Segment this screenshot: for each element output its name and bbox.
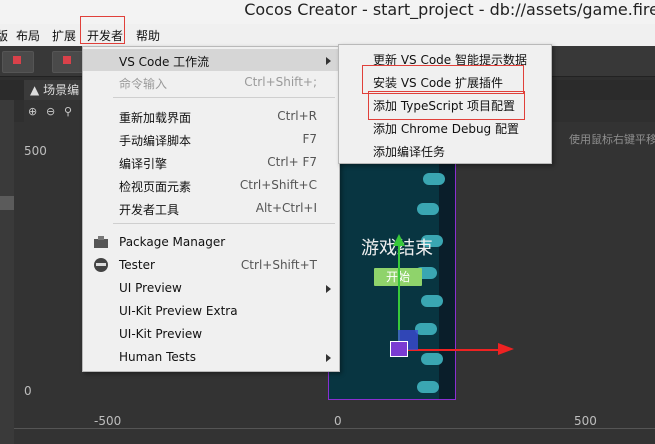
game-sprite	[417, 203, 439, 215]
scene-icon: ▲	[30, 83, 40, 97]
menu-item-inspect-element[interactable]: 检视页面元素 Ctrl+Shift+C	[83, 174, 339, 196]
x-axis-right-label: 500	[574, 414, 597, 428]
submenu-item-add-compile-task[interactable]: 添加编译任务	[339, 139, 551, 161]
menu-item-label: 检视页面元素	[119, 180, 192, 194]
menu-item-label: UI Preview	[119, 281, 182, 295]
menu-item-human-tests[interactable]: Human Tests	[83, 346, 339, 368]
submenu-item-label: 添加编译任务	[373, 145, 446, 159]
install-extension-highlight	[362, 65, 524, 94]
toolbar-icon	[63, 56, 71, 64]
menu-item-shortcut: Ctrl+Shift+T	[240, 258, 317, 272]
toolbar-icon	[13, 56, 21, 64]
tester-icon	[94, 258, 108, 272]
zoom-out-icon[interactable]: ⊖	[46, 105, 55, 118]
zoom-reset-icon[interactable]: ⚲	[64, 105, 72, 118]
menu-item-label: 编译引擎	[119, 157, 168, 171]
developer-menu-highlight	[80, 16, 125, 44]
menu-layout[interactable]: 布局	[16, 27, 40, 44]
menu-item-shortcut: F7	[302, 132, 317, 146]
menu-item-label: 开发者工具	[119, 203, 180, 217]
left-panel-strip	[0, 100, 14, 444]
package-icon	[94, 236, 108, 248]
selected-node-marker	[0, 196, 14, 210]
tab-scene-editor[interactable]: ▲ 场景编	[24, 80, 84, 100]
menu-item-label: 手动编译脚本	[119, 134, 192, 148]
y-axis-top-label: 500	[24, 144, 47, 158]
game-sprite	[421, 353, 443, 365]
submenu-item-label: 添加 Chrome Debug 配置	[373, 122, 519, 136]
menu-item-shortcut: Ctrl+Shift+;	[244, 75, 317, 89]
menu-item-vscode-workflow[interactable]: VS Code 工作流	[83, 49, 339, 71]
menu-item-shortcut: Ctrl+ F7	[267, 155, 317, 169]
game-sprite	[421, 295, 443, 307]
y-axis-bottom-label: 0	[24, 384, 32, 398]
window-title: Cocos Creator - start_project - db://ass…	[244, 0, 655, 19]
menu-item-uikit-preview[interactable]: UI-Kit Preview	[83, 323, 339, 345]
developer-menu: VS Code 工作流 命令输入 Ctrl+Shift+; 重新加载界面 Ctr…	[82, 46, 340, 372]
game-sprite	[423, 173, 445, 185]
menu-item-compile-scripts[interactable]: 手动编译脚本 F7	[83, 128, 339, 150]
menu-item-tester[interactable]: Tester Ctrl+Shift+T	[83, 254, 339, 276]
gizmo-center-handle[interactable]	[390, 341, 408, 357]
menu-help[interactable]: 帮助	[136, 27, 160, 44]
scene-toolbar: ⊕ ⊖ ⚲	[24, 100, 84, 122]
menu-separator	[113, 223, 335, 224]
menu-item-package-manager[interactable]: Package Manager	[83, 231, 339, 253]
game-side-strip	[439, 163, 455, 399]
toolbar-button[interactable]	[52, 51, 84, 73]
toolbar-button[interactable]	[2, 51, 34, 73]
x-axis-left-label: -500	[94, 414, 122, 428]
gizmo-x-axis[interactable]	[404, 349, 498, 351]
menu-separator	[113, 97, 335, 98]
menu-partial[interactable]: 版	[0, 27, 8, 44]
gizmo-y-arrow-icon[interactable]	[393, 234, 405, 246]
menu-extension[interactable]: 扩展	[52, 27, 76, 44]
menu-item-label: Tester	[119, 258, 155, 272]
menu-item-label: Package Manager	[119, 235, 226, 249]
menu-item-label: 重新加载界面	[119, 111, 192, 125]
submenu-arrow-icon	[326, 354, 331, 362]
gizmo-x-arrow-icon[interactable]	[498, 343, 514, 355]
menu-item-label: UI-Kit Preview Extra	[119, 304, 238, 318]
game-sprite	[415, 323, 437, 335]
menu-item-label: UI-Kit Preview	[119, 327, 203, 341]
viewport-bottom-border	[14, 428, 655, 429]
zoom-in-icon[interactable]: ⊕	[28, 105, 37, 118]
menu-item-devtools[interactable]: 开发者工具 Alt+Ctrl+I	[83, 197, 339, 219]
menu-item-label: VS Code 工作流	[119, 55, 210, 69]
game-sprite	[417, 381, 439, 393]
typescript-config-highlight	[368, 91, 525, 120]
menu-item-ui-preview[interactable]: UI Preview	[83, 277, 339, 299]
menu-item-command-input[interactable]: 命令输入 Ctrl+Shift+;	[83, 71, 339, 93]
menu-item-label: 命令输入	[119, 77, 168, 91]
menu-item-shortcut: Ctrl+Shift+C	[239, 178, 317, 192]
pan-hint: 使用鼠标右键平移	[569, 133, 655, 146]
scene-tab-label: 场景编	[43, 83, 80, 97]
submenu-arrow-icon	[326, 57, 331, 65]
submenu-arrow-icon	[326, 285, 331, 293]
menu-item-reload[interactable]: 重新加载界面 Ctrl+R	[83, 105, 339, 127]
menu-item-label: Human Tests	[119, 350, 196, 364]
menu-item-shortcut: Alt+Ctrl+I	[255, 201, 317, 215]
menu-item-uikit-preview-extra[interactable]: UI-Kit Preview Extra	[83, 300, 339, 322]
menu-item-compile-engine[interactable]: 编译引擎 Ctrl+ F7	[83, 151, 339, 173]
menu-item-shortcut: Ctrl+R	[277, 109, 317, 123]
x-axis-mid-label: 0	[334, 414, 342, 428]
